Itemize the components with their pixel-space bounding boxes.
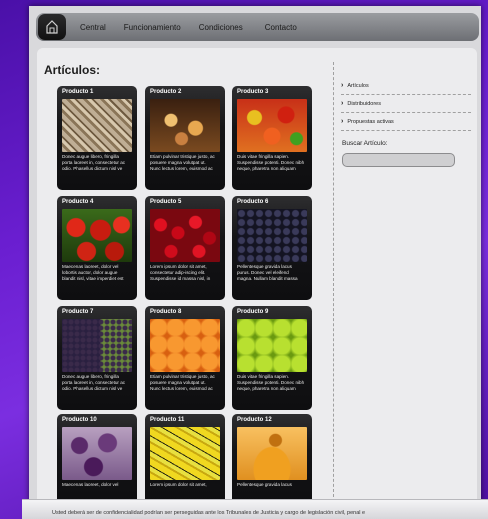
page-title: Artículos: xyxy=(44,63,101,77)
search-input[interactable] xyxy=(342,153,455,167)
product-image-bananas xyxy=(150,427,220,480)
product-image-grapes xyxy=(62,319,132,372)
column-divider xyxy=(333,62,334,502)
sidebar-link-label: Distribuidores xyxy=(347,100,381,107)
product-card-10[interactable]: Producto 10 Maecenas laoreet, dolor vel xyxy=(57,414,137,504)
product-card-6[interactable]: Producto 6 Pellentesque gravida lacus pu… xyxy=(232,196,312,300)
product-image-figs xyxy=(62,427,132,480)
product-title: Producto 11 xyxy=(150,417,185,423)
product-description: Etiam pulvinar tristique justo, ac posue… xyxy=(150,154,215,171)
product-description: Duis vitae fringilla sapien. Suspendisse… xyxy=(237,154,305,171)
product-card-1[interactable]: Producto 1 Donec augue libero, fringilla… xyxy=(57,86,137,190)
product-image-dried-fruit xyxy=(150,99,220,152)
product-title: Producto 7 xyxy=(62,309,94,315)
product-card-4[interactable]: Producto 4 Maecenas laoreet, dolor vel l… xyxy=(57,196,137,300)
product-title: Producto 10 xyxy=(62,417,97,423)
product-title: Producto 2 xyxy=(150,89,182,95)
sidebar-link-label: Propuestas activas xyxy=(347,118,394,125)
product-card-2[interactable]: Producto 2 Etiam pulvinar tristique just… xyxy=(145,86,225,190)
product-title: Producto 8 xyxy=(150,309,182,315)
product-card-7[interactable]: Producto 7 Donec augue libero, fringilla… xyxy=(57,306,137,410)
top-navbar: Central Funcionamiento Condiciones Conta… xyxy=(36,13,479,41)
product-card-3[interactable]: Producto 3 Duis vitae fringilla sapien. … xyxy=(232,86,312,190)
home-icon xyxy=(46,20,58,34)
product-title: Producto 12 xyxy=(237,417,272,423)
product-title: Producto 6 xyxy=(237,199,269,205)
product-card-5[interactable]: Producto 5 Lorem ipsum dolor sit amet, c… xyxy=(145,196,225,300)
product-description: Duis vitae fringilla sapien. Suspendisse… xyxy=(237,374,305,391)
product-description: Etiam pulvinar tristique justo, ac posue… xyxy=(150,374,215,391)
sidebar-link-label: Artículos xyxy=(347,82,369,89)
bottom-bar xyxy=(22,499,488,519)
product-card-8[interactable]: Producto 8 Etiam pulvinar tristique just… xyxy=(145,306,225,410)
product-description: Donec augue libero, fringilla porta laor… xyxy=(62,154,126,171)
product-image-tomatoes xyxy=(62,209,132,262)
product-title: Producto 5 xyxy=(150,199,182,205)
footer-text: Usted deberá ser de confidencialidad pod… xyxy=(52,510,366,516)
product-image-green-apples xyxy=(237,319,307,372)
sidebar-link-distribuidores[interactable]: › Distribuidores xyxy=(341,95,471,113)
product-title: Producto 4 xyxy=(62,199,94,205)
product-image-nuts xyxy=(62,99,132,152)
product-card-12[interactable]: Producto 12 Pellentesque gravida lacus xyxy=(232,414,312,504)
chevron-right-icon: › xyxy=(341,118,344,125)
product-card-9[interactable]: Producto 9 Duis vitae fringilla sapien. … xyxy=(232,306,312,410)
nav-central[interactable]: Central xyxy=(80,23,106,32)
product-image-honey xyxy=(237,427,307,480)
product-description: Donec augue libero, fringilla porta laor… xyxy=(62,374,126,391)
search-label: Buscar Artículo: xyxy=(342,140,388,147)
product-title: Producto 9 xyxy=(237,309,269,315)
product-title: Producto 1 xyxy=(62,89,94,95)
product-image-cherries xyxy=(150,209,220,262)
nav-funcionamiento[interactable]: Funcionamiento xyxy=(124,23,181,32)
sidebar-link-propuestas[interactable]: › Propuestas activas xyxy=(341,113,471,131)
product-image-blueberries xyxy=(237,209,307,262)
product-image-oranges xyxy=(150,319,220,372)
nav-condiciones[interactable]: Condiciones xyxy=(199,23,243,32)
product-description: Pellentesque gravida lacus purus. Donec … xyxy=(237,264,298,281)
sidebar-link-articulos[interactable]: › Artículos xyxy=(341,77,471,95)
chevron-right-icon: › xyxy=(341,82,344,89)
logo[interactable] xyxy=(38,14,66,40)
product-description: Lorem ipsum dolor sit amet, consectetur … xyxy=(150,264,211,281)
product-image-mixed-vegetables xyxy=(237,99,307,152)
nav-contacto[interactable]: Contacto xyxy=(265,23,297,32)
chevron-right-icon: › xyxy=(341,100,344,107)
product-description: Maecenas laoreet, dolor vel lobortis auc… xyxy=(62,264,124,281)
product-title: Producto 3 xyxy=(237,89,269,95)
product-card-11[interactable]: Producto 11 Lorem ipsum dolor sit amet, xyxy=(145,414,225,504)
